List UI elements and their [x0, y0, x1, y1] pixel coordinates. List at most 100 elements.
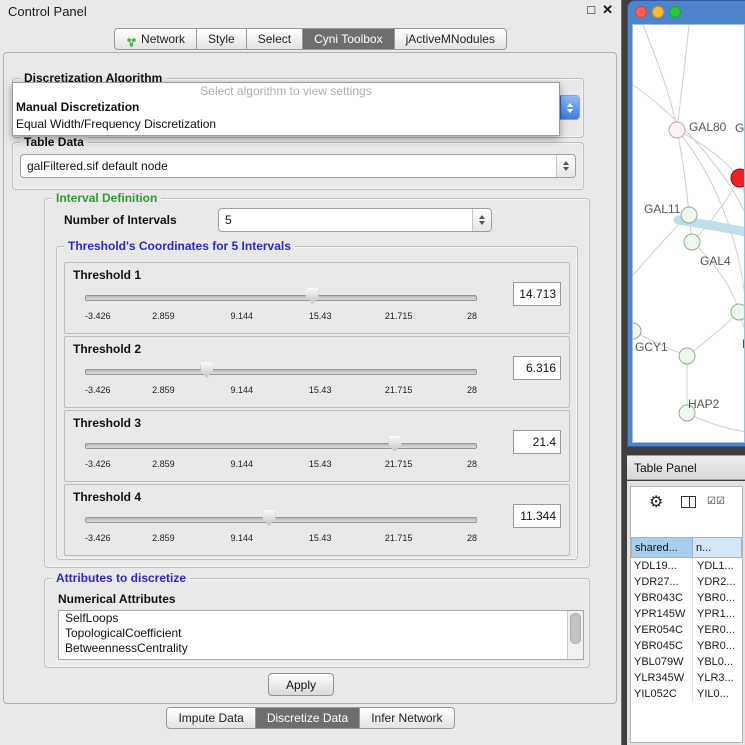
table-row[interactable]: YPR145W YPR1... [631, 606, 742, 622]
window-controls: □ ✕ [587, 2, 613, 18]
cell[interactable]: YPR1... [693, 606, 742, 622]
tick-label: -3.426 [85, 459, 111, 469]
tab-discretize-data[interactable]: Discretize Data [256, 707, 360, 729]
table-row[interactable]: YER054C YER0... [631, 622, 742, 638]
tab-network[interactable]: Network [114, 28, 197, 50]
column-header-shared-name[interactable]: shared... [631, 537, 693, 558]
cell[interactable]: YBR0... [693, 638, 742, 654]
threshold-3-value-field[interactable]: 21.4 [513, 430, 561, 454]
cell[interactable]: YBL0... [693, 654, 742, 670]
table-data-combo[interactable]: galFiltered.sif default node [20, 154, 576, 178]
tick-label: 21.715 [385, 533, 413, 543]
slider-track[interactable] [85, 517, 477, 523]
node-gal4[interactable] [684, 234, 700, 250]
threshold-panel-4: Threshold 4 -3.426 2.859 9.144 15.43 21.… [64, 484, 570, 556]
node-highlighted[interactable] [731, 169, 745, 187]
tick-label: 21.715 [385, 385, 413, 395]
slider-track[interactable] [85, 295, 477, 301]
tick-label: 2.859 [152, 533, 175, 543]
tab-cyni-toolbox[interactable]: Cyni Toolbox [303, 28, 394, 50]
float-window-icon[interactable]: □ [587, 2, 595, 18]
threshold-2-value-field[interactable]: 6.316 [513, 356, 561, 380]
slider-thumb[interactable] [200, 362, 213, 378]
cell[interactable]: YPR145W [631, 606, 693, 622]
zoom-window-icon[interactable] [669, 6, 681, 18]
tick-label: 15.43 [309, 459, 332, 469]
cell[interactable]: YBR0... [693, 590, 742, 606]
cell[interactable]: YDR27... [631, 574, 693, 590]
combo-stepper-icon[interactable] [472, 209, 491, 231]
slider-track[interactable] [85, 443, 477, 449]
list-item[interactable]: TopologicalCoefficient [59, 626, 583, 641]
tick-label: 9.144 [231, 459, 254, 469]
threshold-2-slider[interactable]: -3.426 2.859 9.144 15.43 21.715 28 [85, 362, 477, 396]
list-scrollbar[interactable] [567, 611, 583, 659]
cell[interactable]: YDL1... [693, 558, 742, 574]
close-window-icon[interactable] [635, 6, 647, 18]
node-label-partial: GA [735, 121, 745, 135]
dropdown-option-manual-discretization[interactable]: Manual Discretization [13, 99, 559, 116]
node[interactable] [731, 304, 745, 320]
tab-infer-network[interactable]: Infer Network [360, 707, 454, 729]
gear-icon[interactable]: ⚙ [649, 492, 663, 512]
table-row[interactable]: YIL052C YIL0... [631, 686, 742, 702]
apply-button[interactable]: Apply [268, 673, 334, 696]
dropdown-placeholder[interactable]: Select algorithm to view settings [13, 83, 559, 99]
cell[interactable]: YLR3... [693, 670, 742, 686]
node-gal11[interactable] [681, 207, 697, 223]
cell[interactable]: YBR045C [631, 638, 693, 654]
threshold-4-value-field[interactable]: 11.344 [513, 504, 561, 528]
table-row[interactable]: YBR045C YBR0... [631, 638, 742, 654]
threshold-1-slider[interactable]: -3.426 2.859 9.144 15.43 21.715 28 [85, 288, 477, 322]
tab-jactivemnodules[interactable]: jActiveMNodules [395, 28, 507, 50]
table-panel-header: Table Panel [627, 455, 745, 480]
tick-label: 9.144 [231, 385, 254, 395]
number-of-intervals-combo[interactable]: 5 [218, 208, 492, 232]
bottom-tab-bar: Impute Data Discretize Data Infer Networ… [0, 707, 621, 729]
threshold-4-slider[interactable]: -3.426 2.859 9.144 15.43 21.715 28 [85, 510, 477, 544]
combo-stepper-icon[interactable] [556, 155, 575, 177]
slider-thumb[interactable] [263, 510, 276, 526]
tick-label: 21.715 [385, 311, 413, 321]
slider-thumb[interactable] [306, 288, 319, 304]
cell[interactable]: YIL052C [631, 686, 693, 702]
threshold-1-value-field[interactable]: 14.713 [513, 282, 561, 306]
minimize-window-icon[interactable] [652, 6, 664, 18]
slider-thumb[interactable] [388, 436, 401, 452]
close-icon[interactable]: ✕ [602, 2, 613, 18]
column-header-name[interactable]: n... [693, 537, 742, 558]
columns-icon[interactable] [681, 496, 696, 508]
tick-label: 28 [467, 533, 477, 543]
scrollbar-thumb[interactable] [570, 613, 581, 644]
tab-select[interactable]: Select [247, 28, 303, 50]
node-gal80[interactable] [669, 122, 685, 138]
dropdown-option-equal-width[interactable]: Equal Width/Frequency Discretization [13, 116, 559, 133]
cell[interactable]: YBL079W [631, 654, 693, 670]
table-row[interactable]: YDL19... YDL1... [631, 558, 742, 574]
tab-impute-data[interactable]: Impute Data [166, 707, 255, 729]
threshold-3-slider[interactable]: -3.426 2.859 9.144 15.43 21.715 28 [85, 436, 477, 470]
cell[interactable]: YBR043C [631, 590, 693, 606]
table-row[interactable]: YLR345W YLR3... [631, 670, 742, 686]
tick-label: 28 [467, 385, 477, 395]
cell[interactable]: YLR345W [631, 670, 693, 686]
cell[interactable]: YDR2... [693, 574, 742, 590]
select-columns-icon[interactable]: ☑☑ [707, 496, 725, 507]
list-item[interactable]: SelfLoops [59, 611, 583, 626]
slider-track[interactable] [85, 369, 477, 375]
table-row[interactable]: YBR043C YBR0... [631, 590, 742, 606]
window-traffic-lights [635, 6, 681, 18]
algorithm-dropdown-popup: Select algorithm to view settings Manual… [12, 82, 560, 136]
tab-style[interactable]: Style [197, 28, 247, 50]
cell[interactable]: YIL0... [693, 686, 742, 702]
table-row[interactable]: YDR27... YDR2... [631, 574, 742, 590]
node-gcy1[interactable] [633, 323, 641, 339]
cell[interactable]: YDL19... [631, 558, 693, 574]
combo-stepper-icon[interactable] [560, 96, 579, 119]
node[interactable] [679, 348, 695, 364]
cell[interactable]: YER0... [693, 622, 742, 638]
network-canvas[interactable]: GAL80 GA GAL11 GAL4 GCY1 H HAP2 [632, 24, 745, 443]
cell[interactable]: YER054C [631, 622, 693, 638]
list-item[interactable]: BetweennessCentrality [59, 641, 583, 656]
table-row[interactable]: YBL079W YBL0... [631, 654, 742, 670]
